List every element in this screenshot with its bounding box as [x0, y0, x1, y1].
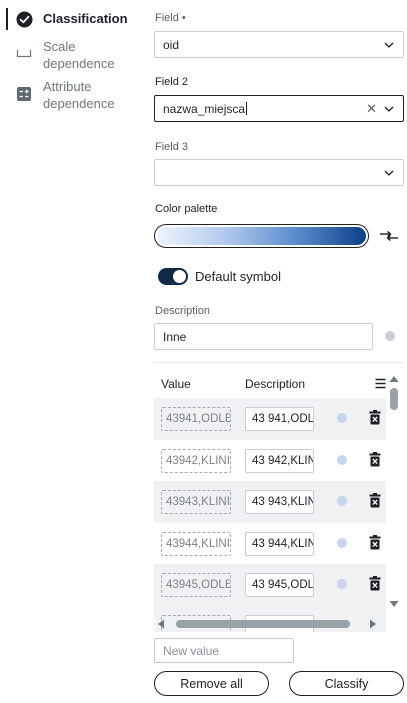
nav-item-label: Classification [43, 11, 128, 26]
field1-label: Field • [155, 12, 186, 24]
field3-label: Field 3 [155, 141, 189, 153]
field3-select[interactable] [154, 159, 404, 186]
row-color-dot[interactable] [337, 413, 347, 423]
row-color-dot[interactable] [337, 496, 347, 506]
nav-item-scale-dependence[interactable]: Scale dependence [15, 38, 133, 72]
nav-item-attribute-dependence[interactable]: Attribute dependence [15, 78, 133, 112]
field2-value: nazwa_miejsca [163, 102, 248, 116]
row-value-input[interactable]: 43941,ODLEWN [161, 407, 231, 431]
classify-button[interactable]: Classify [289, 671, 404, 696]
field2-value-text: nazwa_miejsca [163, 102, 246, 116]
table-row: 43945,ODLEWN 43 945,ODLEWN [154, 564, 386, 606]
default-symbol-color-dot[interactable] [385, 331, 395, 341]
row-description-input[interactable]: 43 945,ODLEWN [245, 573, 314, 597]
delete-icon[interactable] [369, 493, 381, 508]
classification-table: Value Description 43941,ODLEWN 43 941,ODL… [154, 362, 404, 632]
delete-icon[interactable] [369, 534, 381, 550]
description-value: Inne [163, 330, 187, 344]
field2-select[interactable]: nazwa_miejsca ✕ [154, 95, 404, 122]
color-palette-label: Color palette [155, 203, 218, 215]
chevron-down-icon [384, 42, 394, 48]
clear-icon[interactable]: ✕ [366, 101, 377, 117]
row-description-input[interactable]: 43 943,KLINIKA [245, 490, 314, 514]
row-value-input[interactable]: 43945,ODLEWN [161, 573, 231, 597]
table-row: 43943,KLINIKA 43 943,KLINIKA [154, 481, 386, 523]
delete-icon[interactable] [369, 410, 381, 425]
delete-icon[interactable] [369, 451, 381, 467]
column-header-description: Description [245, 377, 306, 391]
row-description-input[interactable]: 43 941,ODLEWN [245, 407, 314, 431]
scale-bracket-icon [15, 44, 33, 62]
row-color-dot[interactable] [337, 454, 347, 465]
table-vertical-scrollbar[interactable] [387, 372, 401, 612]
chevron-down-icon [384, 106, 394, 112]
row-color-dot[interactable] [337, 537, 347, 548]
row-value-input[interactable]: 43944,KLINIKA [161, 531, 231, 556]
row-value-input[interactable]: 43943,KLINIKA [161, 490, 231, 514]
chevron-down-icon [384, 170, 394, 176]
delete-icon[interactable] [369, 576, 381, 591]
row-value-input[interactable]: 43942,KLINIKA [161, 448, 231, 473]
remove-all-button[interactable]: Remove all [154, 671, 269, 696]
attribute-table-icon [15, 85, 33, 103]
row-description-input[interactable]: 43 944,KLINIKA [245, 531, 314, 556]
nav-item-classification[interactable]: Classification [15, 10, 128, 28]
new-value-input[interactable]: New value [154, 638, 294, 663]
color-palette-picker[interactable] [154, 224, 369, 248]
table-row: 43944,KLINIKA 43 944,KLINIKA [154, 523, 386, 565]
nav-item-label: Attribute dependence [43, 79, 115, 111]
row-description-input[interactable]: 43 942,KLINIKA [245, 448, 314, 473]
nav-active-indicator [6, 8, 8, 30]
text-cursor [246, 102, 248, 115]
toggle-knob [173, 270, 186, 283]
default-symbol-label: Default symbol [195, 269, 281, 284]
nav-item-label: Scale dependence [43, 39, 115, 71]
field1-value: oid [163, 38, 180, 52]
field1-select[interactable]: oid [154, 31, 404, 58]
default-symbol-toggle[interactable] [158, 268, 188, 285]
column-menu-icon[interactable] [375, 378, 386, 389]
table-horizontal-scrollbar[interactable] [154, 617, 386, 631]
new-value-placeholder: New value [163, 644, 220, 658]
description-input[interactable]: Inne [154, 323, 373, 350]
field2-label: Field 2 [155, 76, 189, 88]
reverse-palette-icon[interactable] [378, 226, 400, 246]
check-circle-icon [15, 10, 33, 28]
column-header-value: Value [161, 377, 191, 391]
table-row: 43941,ODLEWN 43 941,ODLEWN [154, 398, 386, 440]
color-palette-gradient [157, 227, 366, 245]
row-color-dot[interactable] [337, 579, 347, 589]
table-row: 43942,KLINIKA 43 942,KLINIKA [154, 440, 386, 482]
description-label: Description [155, 305, 211, 317]
